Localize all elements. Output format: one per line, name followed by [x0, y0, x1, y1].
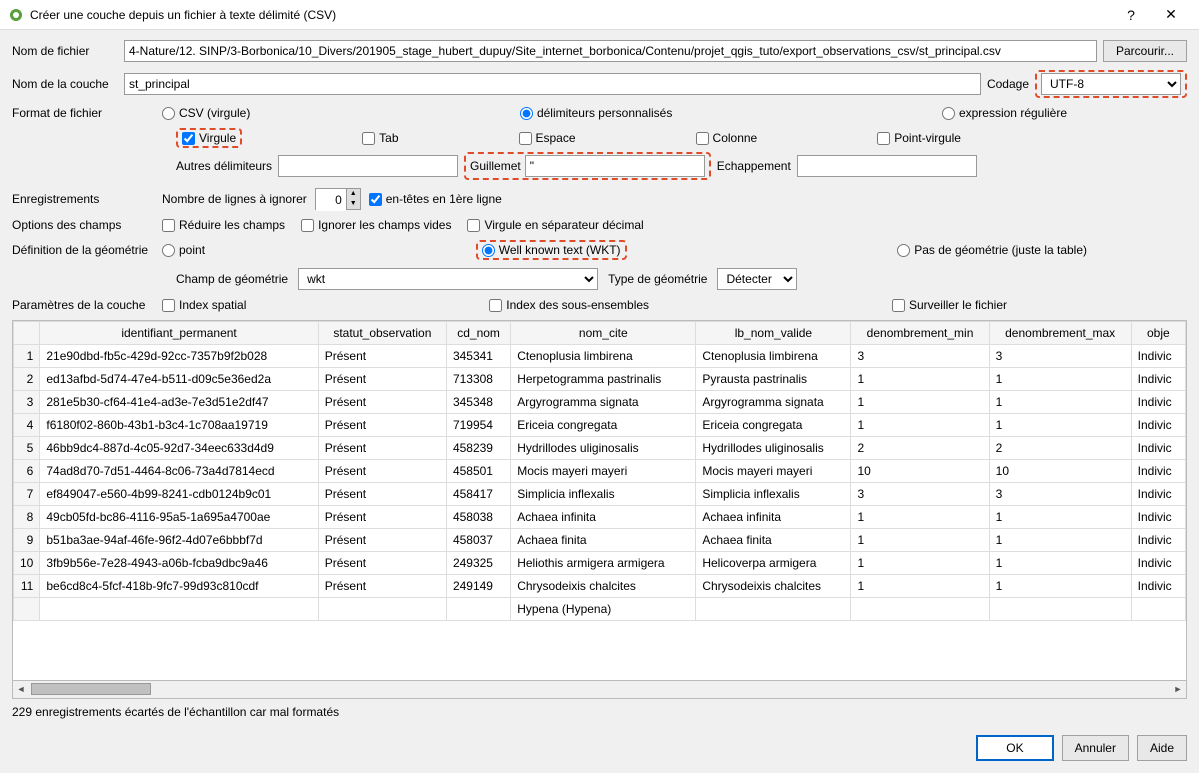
help-button-footer[interactable]: Aide: [1137, 735, 1187, 761]
spatial-check[interactable]: Index spatial: [162, 298, 246, 312]
delim-tab[interactable]: Tab: [362, 131, 398, 145]
encoding-label: Codage: [987, 77, 1029, 91]
table-row[interactable]: 4f6180f02-860b-43b1-b3c4-1c708aa19719Pré…: [14, 414, 1186, 437]
skip-spinner[interactable]: ▲▼: [315, 188, 361, 210]
delim-autres-input[interactable]: [278, 155, 458, 177]
fields-label: Options des champs: [12, 218, 162, 232]
table-header[interactable]: cd_nom: [446, 322, 510, 345]
table-row[interactable]: 9b51ba3ae-94af-46fe-96f2-4d07e6bbbf7dPré…: [14, 529, 1186, 552]
table-row[interactable]: 546bb9dc4-887d-4c05-92d7-34eec633d4d9Pré…: [14, 437, 1186, 460]
delim-pv[interactable]: Point-virgule: [877, 131, 961, 145]
table-header[interactable]: denombrement_max: [989, 322, 1131, 345]
table-header[interactable]: identifiant_permanent: [40, 322, 318, 345]
table-row[interactable]: 3281e5b30-cf64-41e4-ad3e-7e3d51e2df47Pré…: [14, 391, 1186, 414]
preview-table[interactable]: identifiant_permanentstatut_observationc…: [12, 320, 1187, 681]
table-row[interactable]: 103fb9b56e-7e28-4943-a06b-fcba9dbc9a46Pr…: [14, 552, 1186, 575]
table-row[interactable]: 11be6cd8c4-5fcf-418b-9fc7-99d93c810cdfPr…: [14, 575, 1186, 598]
horizontal-scrollbar[interactable]: ◄ ►: [12, 681, 1187, 699]
titlebar: Créer une couche depuis un fichier à tex…: [0, 0, 1199, 30]
encoding-select[interactable]: UTF-8: [1041, 73, 1181, 95]
params-label: Paramètres de la couche: [12, 298, 162, 312]
guillemet-input[interactable]: [525, 155, 705, 177]
guillemet-label: Guillemet: [470, 159, 521, 173]
geom-label: Définition de la géométrie: [12, 243, 162, 257]
geom-field-select[interactable]: wkt: [298, 268, 598, 290]
layer-label: Nom de la couche: [12, 77, 124, 91]
table-header[interactable]: obje: [1131, 322, 1185, 345]
file-input[interactable]: [124, 40, 1097, 62]
file-label: Nom de fichier: [12, 44, 124, 58]
app-icon: [8, 7, 24, 23]
format-custom-radio[interactable]: délimiteurs personnalisés: [520, 106, 672, 120]
table-row[interactable]: 7ef849047-e560-4b99-8241-cdb0124b9c01Pré…: [14, 483, 1186, 506]
skip-label: Nombre de lignes à ignorer: [162, 192, 307, 206]
decimal-check[interactable]: Virgule en séparateur décimal: [467, 218, 643, 232]
geom-field-label: Champ de géométrie: [176, 272, 288, 286]
format-regex-radio[interactable]: expression régulière: [942, 106, 1067, 120]
close-button[interactable]: ✕: [1151, 6, 1191, 23]
echap-label: Echappement: [717, 159, 791, 173]
layer-input[interactable]: [124, 73, 981, 95]
geom-type-select[interactable]: Détecter: [717, 268, 797, 290]
table-row[interactable]: Hypena (Hypena): [14, 598, 1186, 621]
watch-check[interactable]: Surveiller le fichier: [892, 298, 1007, 312]
table-row[interactable]: 849cb05fd-bc86-4116-95a5-1a695a4700aePré…: [14, 506, 1186, 529]
cancel-button[interactable]: Annuler: [1062, 735, 1129, 761]
browse-button[interactable]: Parcourir...: [1103, 40, 1187, 62]
geom-point-radio[interactable]: point: [162, 243, 205, 257]
records-label: Enregistrements: [12, 192, 162, 206]
table-header[interactable]: nom_cite: [511, 322, 696, 345]
ignore-empty-check[interactable]: Ignorer les champs vides: [301, 218, 451, 232]
table-header[interactable]: [14, 322, 40, 345]
geom-none-radio[interactable]: Pas de géométrie (juste la table): [897, 243, 1087, 257]
delim-espace[interactable]: Espace: [519, 131, 576, 145]
table-row[interactable]: 121e90dbd-fb5c-429d-92cc-7357b9f2b028Pré…: [14, 345, 1186, 368]
delim-virgule[interactable]: Virgule: [182, 131, 236, 145]
table-row[interactable]: 2ed13afbd-5d74-47e4-b511-d09c5e36ed2aPré…: [14, 368, 1186, 391]
table-row[interactable]: 674ad8d70-7d51-4464-8c06-73a4d7814ecdPré…: [14, 460, 1186, 483]
format-label: Format de fichier: [12, 106, 162, 120]
subset-check[interactable]: Index des sous-ensembles: [489, 298, 649, 312]
table-header[interactable]: denombrement_min: [851, 322, 989, 345]
geom-type-label: Type de géométrie: [608, 272, 707, 286]
geom-wkt-radio[interactable]: Well known text (WKT): [482, 243, 621, 257]
delim-autres-label: Autres délimiteurs: [176, 159, 272, 173]
format-csv-radio[interactable]: CSV (virgule): [162, 106, 250, 120]
table-header[interactable]: lb_nom_valide: [696, 322, 851, 345]
trim-check[interactable]: Réduire les champs: [162, 218, 285, 232]
status-text: 229 enregistrements écartés de l'échanti…: [12, 705, 339, 719]
header-check[interactable]: en-têtes en 1ère ligne: [369, 192, 502, 206]
ok-button[interactable]: OK: [976, 735, 1053, 761]
help-button[interactable]: ?: [1111, 7, 1151, 23]
window-title: Créer une couche depuis un fichier à tex…: [30, 8, 1111, 22]
table-header[interactable]: statut_observation: [318, 322, 446, 345]
echap-input[interactable]: [797, 155, 977, 177]
delim-colonne[interactable]: Colonne: [696, 131, 758, 145]
